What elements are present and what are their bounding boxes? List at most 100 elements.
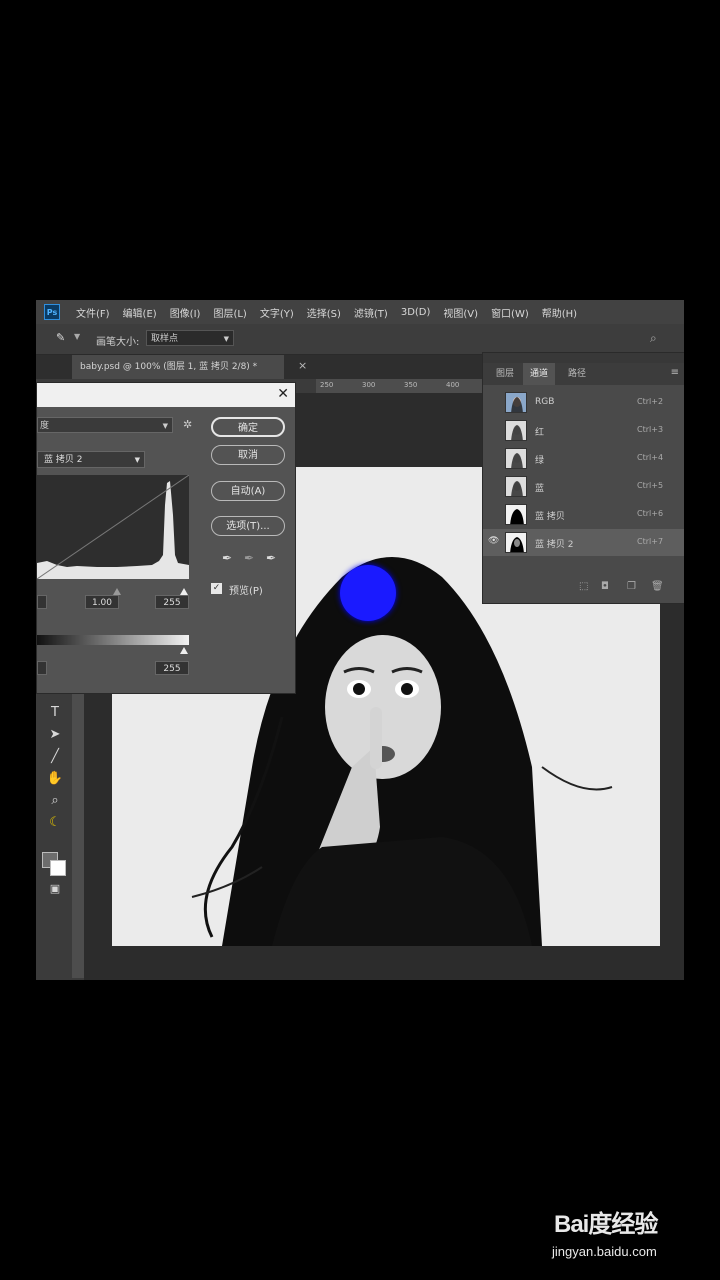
ruler-tick-label: 400 [446,381,460,389]
background-color-swatch[interactable] [50,860,66,876]
channel-thumbnail [505,532,527,553]
panel-tabs: 图层 通道 路径 ≡ [483,363,684,385]
input-gamma-field[interactable]: 1.00 [85,595,119,609]
channel-thumbnail [505,504,527,525]
menu-type[interactable]: 文字(Y) [260,305,294,320]
channel-thumbnail [505,476,527,497]
menu-select[interactable]: 选择(S) [307,305,341,320]
baidu-logo: Bai度经验 [554,1211,658,1238]
ruler-tick-label: 350 [404,381,418,389]
channel-row[interactable]: RGB Ctrl+2 [483,389,684,416]
auto-button[interactable]: 自动(A) [211,481,285,501]
panel-footer: ⬚ ◘ ❐ 🗑 [483,575,684,601]
channel-row[interactable]: 蓝 Ctrl+5 [483,473,684,500]
menu-file[interactable]: 文件(F) [76,305,110,320]
channel-row[interactable]: 蓝 拷贝 Ctrl+6 [483,501,684,528]
gray-eyedropper-icon[interactable]: ✒ [241,550,257,566]
menu-3d[interactable]: 3D(D) [401,307,431,318]
banana-tool-icon[interactable]: ☾ [46,814,64,832]
eyedropper-tool-icon[interactable]: ✎ [56,332,68,344]
input-black-field[interactable] [37,595,47,609]
channel-thumbnail [505,420,527,441]
top-ruler: 250 300 350 400 [316,379,486,393]
ok-button[interactable]: 确定 [211,417,285,437]
channel-select[interactable]: 蓝 拷贝 2 ▼ [37,451,145,468]
menu-window[interactable]: 窗口(W) [491,305,529,320]
channel-name: 蓝 [535,484,545,494]
black-eyedropper-icon[interactable]: ✒ [219,550,235,566]
cancel-button[interactable]: 取消 [211,445,285,465]
close-icon[interactable]: ✕ [277,386,289,402]
thumbnail-portrait [511,481,523,496]
path-selection-tool-icon[interactable]: ➤ [46,726,64,744]
gear-icon[interactable]: ✲ [183,418,192,431]
photoshop-logo-icon[interactable]: Ps [44,304,60,320]
new-channel-icon[interactable]: ❐ [627,581,636,592]
menu-edit[interactable]: 编辑(E) [123,305,157,320]
menu-layer[interactable]: 图层(L) [213,305,246,320]
channel-name: 红 [535,428,545,438]
tab-paths[interactable]: 路径 [559,363,595,385]
channel-name: 蓝 拷贝 2 [535,540,574,550]
dialog-titlebar[interactable]: ✕ [37,383,295,407]
options-button[interactable]: 选项(T)... [211,516,285,536]
thumbnail-portrait [511,425,523,440]
preview-checkbox[interactable]: ✓ [211,583,222,594]
preview-label: 预览(P) [229,586,263,597]
input-slider[interactable] [37,581,189,595]
channel-shortcut: Ctrl+6 [637,509,664,518]
thumbnail-portrait [511,397,523,412]
output-black-field[interactable] [37,661,47,675]
chevron-down-icon: ▼ [223,335,229,343]
sample-size-value: 取样点 [151,334,179,344]
close-icon[interactable]: × [298,359,307,372]
channels-panel: 图层 通道 路径 ≡ RGB Ctrl+2 红 Ctrl+3 绿 Ctrl+4 … [482,352,684,604]
channel-shortcut: Ctrl+7 [637,537,664,546]
options-bar: ✎ ▼ 画笔大小: 取样点 ▼ ⌕ [36,324,684,355]
input-white-field[interactable]: 255 [155,595,189,609]
sample-size-select[interactable]: 取样点 ▼ [146,330,234,346]
document-tab[interactable]: baby.psd @ 100% (图层 1, 蓝 拷贝 2/8) * [72,355,284,379]
search-icon[interactable]: ⌕ [650,331,664,345]
channel-row[interactable]: 绿 Ctrl+4 [483,445,684,472]
ruler-tick-label: 300 [362,381,376,389]
save-selection-icon[interactable]: ◘ [601,581,609,592]
channel-row-active[interactable]: 👁 蓝 拷贝 2 Ctrl+7 [483,529,684,556]
menu-image[interactable]: 图像(I) [170,305,201,320]
channel-shortcut: Ctrl+2 [637,397,664,406]
thumbnail-mask [510,537,524,552]
photoshop-window: Ps 文件(F) 编辑(E) 图像(I) 图层(L) 文字(Y) 选择(S) 滤… [36,300,684,980]
line-tool-icon[interactable]: ╱ [46,748,64,766]
channel-shortcut: Ctrl+4 [637,453,664,462]
channel-thumbnail [505,392,527,413]
zoom-tool-icon[interactable]: ⌕ [46,792,64,810]
chevron-down-icon[interactable]: ▼ [74,332,80,341]
eye-icon[interactable]: 👁 [488,536,499,546]
type-tool-icon[interactable]: T [46,704,64,722]
menu-view[interactable]: 视图(V) [443,305,478,320]
menu-help[interactable]: 帮助(H) [542,305,577,320]
hand-tool-icon[interactable]: ✋ [46,770,64,788]
output-white-handle[interactable] [180,647,188,654]
output-white-field[interactable]: 255 [155,661,189,675]
trash-icon[interactable]: 🗑 [651,581,664,592]
load-selection-icon[interactable]: ⬚ [579,581,588,592]
channel-name: RGB [535,397,555,407]
channel-row[interactable]: 红 Ctrl+3 [483,417,684,444]
channel-shortcut: Ctrl+3 [637,425,664,434]
menu-bar: Ps 文件(F) 编辑(E) 图像(I) 图层(L) 文字(Y) 选择(S) 滤… [36,300,684,324]
white-eyedropper-icon[interactable]: ✒ [263,550,279,566]
preset-select[interactable]: 度 ▼ [37,417,173,433]
watermark-url: jingyan.baidu.com [552,1244,657,1259]
quick-mask-icon[interactable]: ▣ [46,880,64,898]
histogram-plot [36,474,190,580]
chevron-down-icon: ▼ [162,422,168,430]
panel-header-strip [483,353,684,363]
menu-filter[interactable]: 滤镜(T) [354,305,388,320]
tab-channels[interactable]: 通道 [523,363,555,385]
tab-layers[interactable]: 图层 [487,363,523,385]
panel-menu-icon[interactable]: ≡ [671,367,679,378]
curves-dialog: ✕ 度 ▼ ✲ 蓝 拷贝 2 ▼ 1.00 255 255 确定 取消 自动(A… [36,382,296,694]
baidu-jingyan-watermark: Bai度经验 jingyan.baidu.com [548,1196,708,1266]
histogram-graph[interactable] [36,474,190,580]
